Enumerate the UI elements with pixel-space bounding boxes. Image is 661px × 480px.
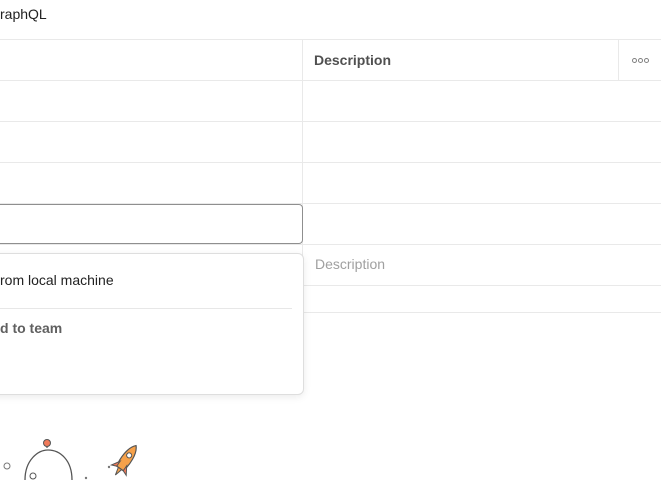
description-input-placeholder[interactable]: Description — [315, 256, 385, 272]
table-top-border — [0, 39, 661, 40]
key-input[interactable] — [0, 204, 303, 244]
breadcrumb-title[interactable]: raphQL — [0, 6, 47, 22]
row-border — [0, 244, 661, 245]
row-border — [0, 121, 661, 122]
row-border — [0, 162, 661, 163]
menu-divider — [0, 308, 292, 309]
table-header-border — [0, 80, 661, 81]
column-header-description[interactable]: Description — [314, 52, 391, 68]
menu-item-from-local-machine[interactable]: rom local machine — [0, 272, 114, 288]
menu-item-add-to-team[interactable]: d to team — [0, 320, 62, 336]
more-horizontal-icon[interactable] — [619, 41, 661, 80]
astronaut-rocket-illustration — [3, 439, 137, 480]
